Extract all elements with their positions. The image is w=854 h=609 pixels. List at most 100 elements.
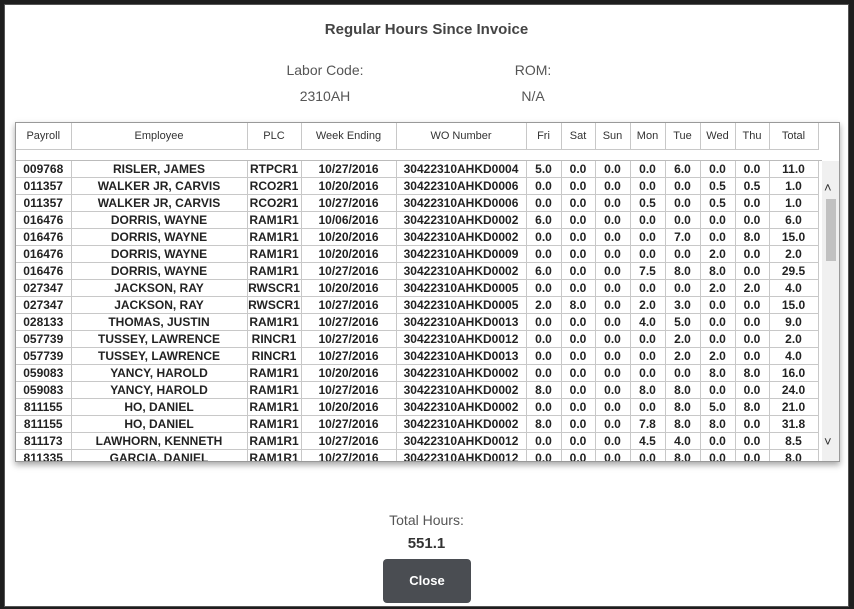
table-cell: 0.0 bbox=[561, 347, 596, 365]
table-cell: 0.0 bbox=[561, 330, 596, 348]
column-header[interactable]: Tue bbox=[665, 123, 701, 150]
column-header[interactable]: Sun bbox=[595, 123, 631, 150]
table-cell: 4.0 bbox=[769, 279, 819, 297]
table-cell: 0.0 bbox=[735, 330, 770, 348]
table-cell: 15.0 bbox=[769, 296, 819, 314]
column-header[interactable]: PLC bbox=[247, 123, 302, 150]
table-row[interactable]: 059083 YANCY, HAROLD RAM1R1 10/27/2016 30422… bbox=[16, 381, 819, 399]
table-cell: TUSSEY, LAWRENCE bbox=[71, 330, 248, 348]
table-row[interactable]: 057739 TUSSEY, LAWRENCE RINCR1 10/27/2016 30… bbox=[16, 347, 819, 365]
table-row[interactable]: 811155 HO, DANIEL RAM1R1 10/27/2016 30422310… bbox=[16, 415, 819, 433]
table-cell: 10/27/2016 bbox=[301, 415, 397, 433]
table-cell: RAM1R1 bbox=[247, 381, 302, 399]
column-header[interactable]: WO Number bbox=[396, 123, 527, 150]
column-header[interactable]: Mon bbox=[630, 123, 666, 150]
table-cell: RAM1R1 bbox=[247, 449, 302, 461]
table-row[interactable]: 059083 YANCY, HAROLD RAM1R1 10/20/2016 30422… bbox=[16, 364, 819, 382]
table-cell: 0.0 bbox=[630, 245, 666, 263]
table-cell: 0.0 bbox=[665, 177, 701, 195]
table-row[interactable]: 811155 HO, DANIEL RAM1R1 10/20/2016 30422310… bbox=[16, 398, 819, 416]
table-row[interactable]: 011357 WALKER JR, CARVIS RCO2R1 10/27/2016 3… bbox=[16, 194, 819, 212]
rom-label: ROM: bbox=[514, 62, 552, 78]
table-cell: DORRIS, WAYNE bbox=[71, 211, 248, 229]
table-row[interactable]: 016476 DORRIS, WAYNE RAM1R1 10/20/2016 30422… bbox=[16, 228, 819, 246]
column-header[interactable]: Week Ending bbox=[301, 123, 397, 150]
column-header[interactable]: Payroll bbox=[16, 123, 72, 150]
column-header[interactable]: Wed bbox=[700, 123, 736, 150]
table-cell: 0.0 bbox=[561, 194, 596, 212]
table-cell: 10/27/2016 bbox=[301, 381, 397, 399]
table-row[interactable]: 009768 RISLER, JAMES RTPCR1 10/27/2016 30422… bbox=[16, 161, 819, 178]
table-cell: 0.0 bbox=[665, 279, 701, 297]
table-cell: HO, DANIEL bbox=[71, 398, 248, 416]
table-row[interactable]: 028133 THOMAS, JUSTIN RAM1R1 10/27/2016 3042… bbox=[16, 313, 819, 331]
table-cell: 15.0 bbox=[769, 228, 819, 246]
table-row[interactable]: 811173 LAWHORN, KENNETH RAM1R1 10/27/2016 30… bbox=[16, 432, 819, 450]
column-header[interactable]: Fri bbox=[526, 123, 562, 150]
table-cell: 30422310AHKD0002 bbox=[396, 262, 527, 280]
table-cell: 0.0 bbox=[526, 228, 562, 246]
table-cell: 009768 bbox=[16, 161, 72, 178]
table-cell: 8.0 bbox=[665, 381, 701, 399]
table-cell: 8.0 bbox=[735, 364, 770, 382]
table-cell: WALKER JR, CARVIS bbox=[71, 177, 248, 195]
table-cell: 0.0 bbox=[630, 330, 666, 348]
column-header[interactable]: Employee bbox=[71, 123, 248, 150]
table-cell: RCO2R1 bbox=[247, 194, 302, 212]
table-cell: 0.0 bbox=[595, 398, 631, 416]
table-cell: 10/27/2016 bbox=[301, 161, 397, 178]
table-cell: 8.0 bbox=[700, 262, 736, 280]
table-cell: 10/27/2016 bbox=[301, 330, 397, 348]
vertical-scrollbar[interactable]: ˄ ˅ bbox=[822, 161, 839, 461]
table-cell: 6.0 bbox=[665, 161, 701, 178]
table-cell: 30422310AHKD0002 bbox=[396, 415, 527, 433]
table-cell: 2.0 bbox=[665, 347, 701, 365]
scrollbar-thumb[interactable] bbox=[826, 199, 836, 261]
table-cell: 0.0 bbox=[561, 228, 596, 246]
table-cell: 8.0 bbox=[700, 415, 736, 433]
table-cell: 4.0 bbox=[665, 432, 701, 450]
table-cell: 2.0 bbox=[700, 279, 736, 297]
column-header[interactable]: Total bbox=[769, 123, 819, 150]
table-row[interactable]: 811335 GARCIA, DANIEL RAM1R1 10/27/2016 3042… bbox=[16, 449, 819, 461]
scroll-down-icon[interactable]: ˅ bbox=[824, 435, 832, 448]
table-cell: 0.5 bbox=[700, 177, 736, 195]
table-cell: WALKER JR, CARVIS bbox=[71, 194, 248, 212]
table-cell: 8.0 bbox=[630, 381, 666, 399]
table-cell: 0.0 bbox=[595, 211, 631, 229]
labor-code-value: 2310AH bbox=[299, 88, 351, 104]
table-row[interactable]: 057739 TUSSEY, LAWRENCE RINCR1 10/27/2016 30… bbox=[16, 330, 819, 348]
table-cell: 10/27/2016 bbox=[301, 296, 397, 314]
table-cell: RWSCR1 bbox=[247, 296, 302, 314]
close-button[interactable]: Close bbox=[383, 559, 471, 603]
table-cell: 0.0 bbox=[561, 161, 596, 178]
table-cell: 059083 bbox=[16, 364, 72, 382]
table-cell: RAM1R1 bbox=[247, 364, 302, 382]
table-row[interactable]: 016476 DORRIS, WAYNE RAM1R1 10/20/2016 30422… bbox=[16, 245, 819, 263]
table-cell: 0.0 bbox=[526, 432, 562, 450]
table-cell: 0.5 bbox=[630, 194, 666, 212]
table-cell: 057739 bbox=[16, 347, 72, 365]
table-row[interactable]: 016476 DORRIS, WAYNE RAM1R1 10/27/2016 30422… bbox=[16, 262, 819, 280]
table-cell: 0.0 bbox=[700, 296, 736, 314]
table-row[interactable]: 027347 JACKSON, RAY RWSCR1 10/27/2016 304223… bbox=[16, 296, 819, 314]
table-row[interactable]: 011357 WALKER JR, CARVIS RCO2R1 10/20/2016 3… bbox=[16, 177, 819, 195]
table-cell: RWSCR1 bbox=[247, 279, 302, 297]
table-cell: 8.0 bbox=[769, 449, 819, 461]
column-header[interactable]: Sat bbox=[561, 123, 596, 150]
scroll-up-icon[interactable]: ˄ bbox=[824, 181, 832, 194]
table-cell: 4.0 bbox=[769, 347, 819, 365]
table-cell: 0.0 bbox=[561, 313, 596, 331]
column-header[interactable]: Thu bbox=[735, 123, 770, 150]
table-cell: 0.0 bbox=[630, 211, 666, 229]
table-cell: 4.5 bbox=[630, 432, 666, 450]
table-row[interactable]: 016476 DORRIS, WAYNE RAM1R1 10/06/2016 30422… bbox=[16, 211, 819, 229]
table-cell: GARCIA, DANIEL bbox=[71, 449, 248, 461]
table-cell: 0.0 bbox=[595, 279, 631, 297]
table-cell: 5.0 bbox=[700, 398, 736, 416]
table-cell: RISLER, JAMES bbox=[71, 161, 248, 178]
table-row[interactable]: 027347 JACKSON, RAY RWSCR1 10/20/2016 304223… bbox=[16, 279, 819, 297]
table-cell: 30422310AHKD0013 bbox=[396, 313, 527, 331]
table-cell: 2.0 bbox=[735, 279, 770, 297]
grid-body[interactable]: 009768 RISLER, JAMES RTPCR1 10/27/2016 30422… bbox=[16, 161, 822, 461]
